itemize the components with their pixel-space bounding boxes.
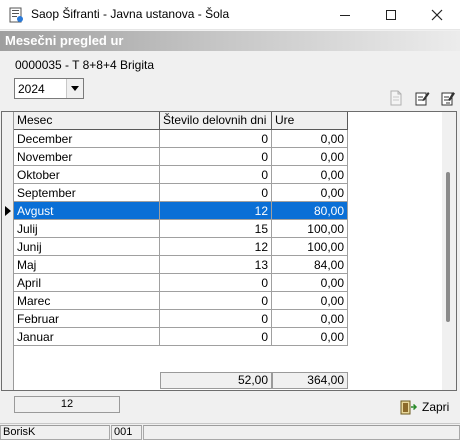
row-indicator — [2, 328, 14, 346]
title-bar: Saop Šifranti - Javna ustanova - Šola — [0, 0, 460, 30]
table-row[interactable]: Marec 0 0,00 — [2, 292, 348, 310]
cell-ure[interactable]: 100,00 — [272, 238, 348, 256]
row-indicator — [2, 274, 14, 292]
cell-ure[interactable]: 100,00 — [272, 220, 348, 238]
maximize-button[interactable] — [368, 0, 414, 30]
table-row[interactable]: April 0 0,00 — [2, 274, 348, 292]
maximize-icon — [386, 10, 396, 20]
cell-stevilo-dni[interactable]: 0 — [160, 292, 272, 310]
edit-document-icon[interactable] — [414, 90, 430, 106]
vertical-scrollbar[interactable] — [442, 112, 456, 390]
cell-stevilo-dni[interactable]: 0 — [160, 274, 272, 292]
edit-document-alt-icon[interactable] — [440, 90, 456, 106]
cell-mesec[interactable]: Julij — [14, 220, 160, 238]
record-count: 12 — [14, 396, 120, 413]
cell-mesec[interactable]: November — [14, 148, 160, 166]
employee-label: 0000035 - T 8+8+4 Brigita — [15, 58, 154, 72]
table-row[interactable]: Februar 0 0,00 — [2, 310, 348, 328]
table-row[interactable]: December 0 0,00 — [2, 130, 348, 148]
close-window-button[interactable] — [414, 0, 460, 30]
row-indicator — [2, 184, 14, 202]
cell-mesec[interactable]: December — [14, 130, 160, 148]
cell-ure[interactable]: 0,00 — [272, 274, 348, 292]
new-document-icon[interactable] — [388, 90, 404, 106]
row-indicator — [2, 238, 14, 256]
cell-mesec[interactable]: Januar — [14, 328, 160, 346]
cell-mesec[interactable]: Junij — [14, 238, 160, 256]
form-header: Mesečni pregled ur — [0, 31, 460, 51]
table-row[interactable]: Maj 13 84,00 — [2, 256, 348, 274]
row-indicator — [2, 256, 14, 274]
cell-stevilo-dni[interactable]: 0 — [160, 184, 272, 202]
status-extra — [143, 425, 460, 440]
year-dropdown-button[interactable] — [66, 79, 83, 98]
status-user: BorisK — [0, 425, 110, 440]
table-row[interactable]: Junij 12 100,00 — [2, 238, 348, 256]
cell-stevilo-dni[interactable]: 13 — [160, 256, 272, 274]
months-grid[interactable]: Mesec Število delovnih dni Ure December 0… — [1, 111, 457, 391]
cell-stevilo-dni[interactable]: 12 — [160, 238, 272, 256]
cell-stevilo-dni[interactable]: 15 — [160, 220, 272, 238]
cell-ure[interactable]: 0,00 — [272, 292, 348, 310]
row-indicator — [2, 130, 14, 148]
cell-stevilo-dni[interactable]: 0 — [160, 328, 272, 346]
row-indicator — [2, 148, 14, 166]
close-button-label: Zapri — [422, 400, 450, 414]
column-header-stevilo-dni[interactable]: Število delovnih dni — [160, 112, 272, 130]
table-row[interactable]: Avgust 12 80,00 — [2, 202, 348, 220]
column-header-mesec[interactable]: Mesec — [14, 112, 160, 130]
close-icon — [431, 9, 443, 21]
cell-ure[interactable]: 0,00 — [272, 184, 348, 202]
minimize-button[interactable] — [322, 0, 368, 30]
column-header-ure[interactable]: Ure — [272, 112, 348, 130]
table-row[interactable]: September 0 0,00 — [2, 184, 348, 202]
status-code: 001 — [111, 425, 142, 440]
cell-mesec[interactable]: April — [14, 274, 160, 292]
cell-stevilo-dni[interactable]: 0 — [160, 310, 272, 328]
chevron-down-icon — [71, 86, 79, 91]
close-button[interactable]: Zapri — [400, 397, 452, 417]
row-indicator — [2, 292, 14, 310]
cell-stevilo-dni[interactable]: 0 — [160, 166, 272, 184]
cell-ure[interactable]: 0,00 — [272, 130, 348, 148]
year-value: 2024 — [18, 82, 45, 96]
table-row[interactable]: Oktober 0 0,00 — [2, 166, 348, 184]
table-row[interactable]: November 0 0,00 — [2, 148, 348, 166]
cell-stevilo-dni[interactable]: 0 — [160, 130, 272, 148]
app-icon — [9, 7, 23, 23]
cell-ure[interactable]: 0,00 — [272, 310, 348, 328]
year-select[interactable]: 2024 — [14, 78, 84, 99]
total-dni: 52,00 — [160, 372, 272, 389]
form-title: Mesečni pregled ur — [5, 33, 124, 48]
cell-mesec[interactable]: Oktober — [14, 166, 160, 184]
row-indicator — [2, 166, 14, 184]
cell-mesec[interactable]: Maj — [14, 256, 160, 274]
cell-mesec[interactable]: Februar — [14, 310, 160, 328]
row-indicator — [2, 202, 14, 220]
table-row[interactable]: Januar 0 0,00 — [2, 328, 348, 346]
cell-ure[interactable]: 80,00 — [272, 202, 348, 220]
cell-mesec[interactable]: September — [14, 184, 160, 202]
status-bar: BorisK 001 — [0, 423, 460, 440]
cell-ure[interactable]: 0,00 — [272, 148, 348, 166]
current-row-arrow-icon — [5, 206, 11, 216]
window-title: Saop Šifranti - Javna ustanova - Šola — [31, 7, 230, 21]
minimize-icon — [340, 14, 350, 16]
table-row[interactable]: Julij 15 100,00 — [2, 220, 348, 238]
cell-ure[interactable]: 0,00 — [272, 166, 348, 184]
row-indicator — [2, 220, 14, 238]
door-exit-icon — [400, 400, 418, 415]
cell-ure[interactable]: 0,00 — [272, 328, 348, 346]
total-ure: 364,00 — [272, 372, 348, 389]
cell-mesec[interactable]: Avgust — [14, 202, 160, 220]
row-indicator — [2, 310, 14, 328]
cell-stevilo-dni[interactable]: 0 — [160, 148, 272, 166]
cell-mesec[interactable]: Marec — [14, 292, 160, 310]
cell-stevilo-dni[interactable]: 12 — [160, 202, 272, 220]
cell-ure[interactable]: 84,00 — [272, 256, 348, 274]
scrollbar-thumb[interactable] — [446, 172, 450, 322]
